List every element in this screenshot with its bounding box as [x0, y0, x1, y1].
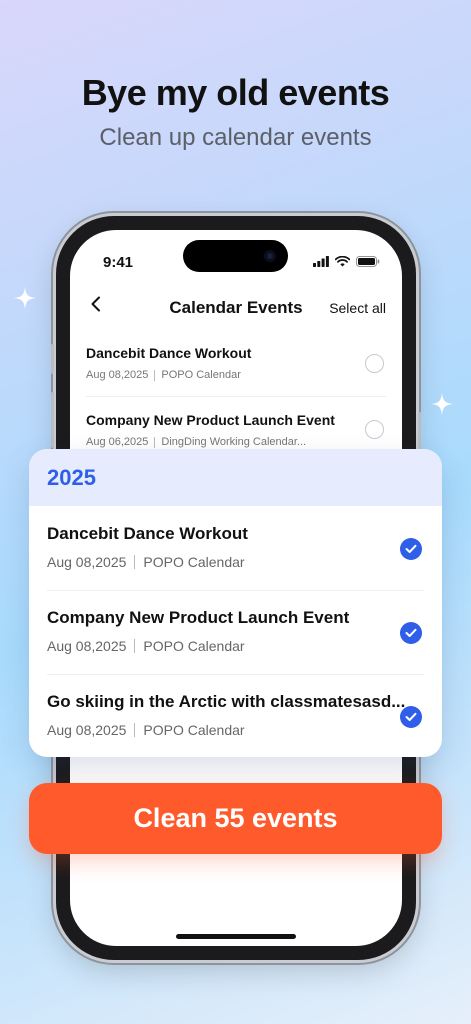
- event-date: Aug 08,2025: [47, 722, 127, 738]
- status-time: 9:41: [103, 254, 134, 271]
- event-date: Aug 08,2025: [47, 638, 127, 654]
- home-indicator: [176, 934, 296, 939]
- year-heading: 2025: [47, 464, 96, 490]
- event-select-radio[interactable]: [365, 420, 384, 439]
- status-icons: [313, 256, 380, 267]
- event-title: Go skiing in the Arctic with classmatesa…: [47, 692, 406, 711]
- event-select-radio[interactable]: [365, 354, 384, 373]
- battery-icon: [356, 256, 380, 267]
- list-item[interactable]: Go skiing in the Arctic with classmatesa…: [47, 674, 424, 757]
- signal-icon: [313, 256, 329, 267]
- phone-volume-up: [51, 392, 54, 448]
- checkmark-icon[interactable]: [400, 706, 422, 728]
- sparkle-icon: [14, 287, 36, 309]
- sparkle-icon: [431, 393, 453, 415]
- event-title: Company New Product Launch Event: [86, 412, 335, 428]
- select-all-button[interactable]: Select all: [329, 300, 386, 316]
- list-item[interactable]: Company New Product Launch Event Aug 08,…: [47, 590, 424, 674]
- event-calendar: POPO Calendar: [143, 554, 245, 570]
- meta-divider: [154, 369, 156, 381]
- event-date: Aug 06,2025: [86, 436, 149, 448]
- checkmark-icon[interactable]: [400, 622, 422, 644]
- event-calendar: POPO Calendar: [161, 369, 241, 381]
- meta-divider: [134, 555, 136, 569]
- meta-divider: [154, 436, 156, 448]
- event-date: Aug 08,2025: [86, 369, 149, 381]
- divider: [86, 396, 386, 397]
- event-title: Dancebit Dance Workout: [47, 524, 248, 543]
- card-header: 2025: [29, 449, 442, 506]
- event-date: Aug 08,2025: [47, 554, 127, 570]
- headline: Bye my old events: [81, 72, 390, 113]
- event-title: Company New Product Launch Event: [47, 608, 350, 627]
- event-calendar: DingDing Working Calendar...: [161, 436, 307, 448]
- checkmark-icon[interactable]: [400, 538, 422, 560]
- phone-mute-switch: [51, 344, 54, 374]
- camera-icon: [264, 250, 276, 262]
- meta-divider: [134, 639, 136, 653]
- selected-events-card: 2025 Dancebit Dance Workout Aug 08,2025 …: [29, 449, 442, 757]
- list-item[interactable]: Company New Product Launch Event Aug 06,…: [86, 412, 386, 448]
- list-item[interactable]: Dancebit Dance Workout Aug 08,2025 POPO …: [86, 345, 386, 381]
- event-calendar: POPO Calendar: [143, 638, 245, 654]
- list-item[interactable]: Dancebit Dance Workout Aug 08,2025 POPO …: [47, 506, 424, 590]
- event-calendar: POPO Calendar: [143, 722, 245, 738]
- clean-events-button[interactable]: Clean 55 events: [29, 783, 442, 854]
- subheadline: Clean up calendar events: [99, 124, 372, 151]
- dynamic-island: [183, 240, 288, 272]
- event-title: Dancebit Dance Workout: [86, 345, 252, 361]
- meta-divider: [134, 723, 136, 737]
- wifi-icon: [335, 256, 350, 267]
